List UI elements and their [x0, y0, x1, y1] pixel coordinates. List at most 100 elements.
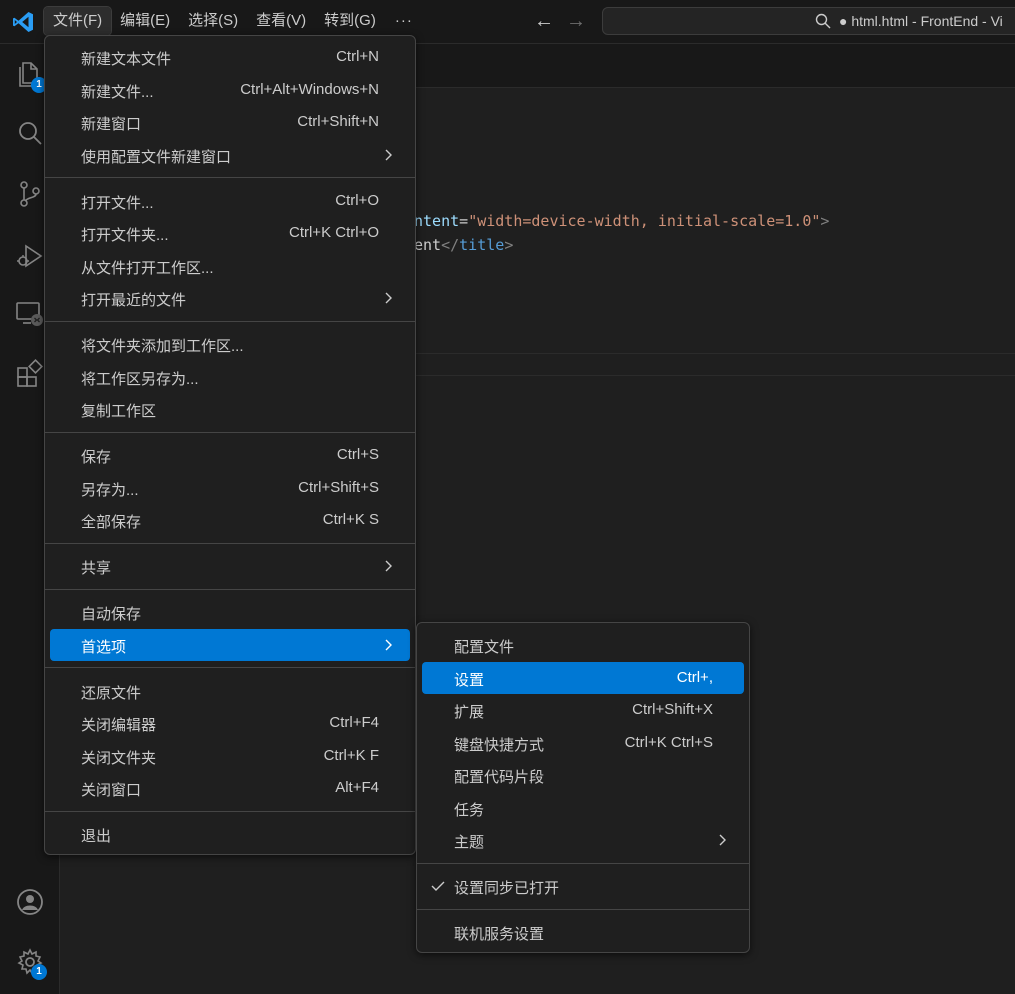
menu-item-label: 复制工作区: [81, 403, 157, 420]
menu-item-shortcut: Ctrl+S: [336, 446, 379, 463]
menu-item[interactable]: 保存 Ctrl+S: [50, 439, 410, 471]
menu-item[interactable]: 配置代码片段: [422, 759, 744, 791]
menubar-item[interactable]: 转到(G): [315, 7, 385, 35]
menu-item-label: 共享: [81, 560, 112, 577]
menu-item[interactable]: 从文件打开工作区...: [50, 250, 410, 282]
menu-item-label: 还原文件: [81, 684, 142, 702]
menu-item-label: 将文件夹添加到工作区...: [81, 338, 244, 355]
menu-item[interactable]: 还原文件: [50, 675, 410, 707]
file-menu: 新建文本文件 Ctrl+N 新建文件... Ctrl+Alt+Windows+N 新建窗…: [44, 35, 416, 855]
menu-item-label: 另存为...: [81, 481, 139, 499]
menu-item[interactable]: 将工作区另存为...: [50, 361, 410, 393]
code-attr: ntent: [414, 212, 460, 230]
code-line-meta: ntent="width=device-width, initial-scale…: [414, 212, 829, 230]
menu-item-shortcut: Ctrl+K Ctrl+O: [288, 224, 379, 241]
menu-item[interactable]: 打开文件夹... Ctrl+K Ctrl+O: [50, 217, 410, 249]
menu-item-label: 全部保存: [81, 514, 142, 531]
menubar-item[interactable]: 文件(F): [42, 6, 113, 36]
code-tag: title: [459, 236, 505, 254]
menu-separator: [45, 810, 415, 812]
menu-item[interactable]: 将文件夹添加到工作区...: [50, 328, 410, 360]
menubar-item[interactable]: 选择(S): [179, 7, 247, 35]
menu-item[interactable]: 复制工作区: [50, 393, 410, 425]
menu-item[interactable]: 配置文件: [422, 629, 744, 661]
run-debug-icon[interactable]: [14, 240, 46, 272]
menu-item-label: 新建文件...: [81, 83, 154, 101]
menu-item-label: 关闭窗口: [81, 782, 142, 799]
menu-separator: [45, 667, 415, 668]
menu-item-label: 配置文件: [454, 639, 515, 656]
menu-item-label: 首选项: [81, 638, 127, 656]
menu-item-shortcut: Ctrl+K S: [322, 511, 379, 528]
menu-separator: [45, 542, 415, 544]
menu-item-label: 关闭编辑器: [81, 717, 157, 734]
menu-separator: [45, 320, 415, 322]
preferences-submenu: 配置文件设置 Ctrl+, 扩展 Ctrl+Shift+X 键盘快捷方式 Ctrl+K C…: [416, 622, 750, 953]
menu-item[interactable]: 全部保存 Ctrl+K S: [50, 504, 410, 536]
code-string: "width=device-width, initial-scale=1.0": [468, 212, 821, 230]
chevron-right-icon: [385, 560, 392, 572]
menu-item-shortcut: Ctrl+F4: [329, 714, 379, 731]
code-text: ent: [414, 236, 442, 254]
settings-badge: 1: [31, 964, 47, 980]
menubar-more-icon[interactable]: ···: [385, 7, 423, 35]
menu-item[interactable]: 任务: [422, 792, 744, 824]
menu-separator: [45, 177, 415, 178]
menu-item[interactable]: 新建窗口 Ctrl+Shift+N: [50, 106, 410, 138]
menu-item-label: 打开最近的文件: [81, 292, 187, 309]
menu-item-label: 将工作区另存为...: [81, 370, 199, 388]
menu-item-label: 设置同步已打开: [454, 880, 560, 897]
menu-item[interactable]: 扩展 Ctrl+Shift+X: [422, 694, 744, 726]
menu-item-shortcut: Ctrl+K F: [323, 746, 379, 764]
menu-item[interactable]: 主题: [422, 824, 744, 856]
back-arrow-icon[interactable]: ←: [533, 10, 555, 32]
search-icon[interactable]: [14, 118, 46, 150]
menu-item-label: 打开文件...: [81, 194, 154, 212]
menu-separator: [45, 431, 415, 433]
menu-item[interactable]: 打开文件... Ctrl+O: [50, 185, 410, 217]
menu-item-shortcut: Ctrl+N: [336, 48, 379, 65]
code-punct-close: >: [504, 236, 514, 254]
menu-item[interactable]: 关闭窗口 Alt+F4: [50, 772, 410, 804]
chevron-right-icon: [719, 834, 726, 846]
extensions-icon[interactable]: [14, 358, 46, 390]
menu-item[interactable]: 新建文件... Ctrl+Alt+Windows+N: [50, 74, 410, 106]
code-line-title: ent</title>: [414, 236, 513, 254]
menu-item-shortcut: Ctrl+,: [676, 668, 713, 686]
menu-item[interactable]: 联机服务设置: [422, 916, 744, 948]
menu-item-label: 保存: [81, 449, 112, 466]
menu-item[interactable]: 设置 Ctrl+,: [422, 661, 744, 694]
menu-item[interactable]: 共享: [50, 550, 410, 582]
menu-item[interactable]: 使用配置文件新建窗口: [50, 139, 410, 171]
menu-item[interactable]: 打开最近的文件: [50, 282, 410, 314]
code-punct-open: </: [441, 236, 460, 254]
menu-bar: 文件(F) 编辑(E) 选择(S) 查看(V) 转到(G) ···: [42, 6, 423, 36]
menu-item[interactable]: 首选项: [50, 628, 410, 661]
command-center[interactable]: ● html.html - FrontEnd - Vi: [602, 7, 1015, 35]
menu-item-label: 自动保存: [81, 606, 142, 623]
menu-item[interactable]: 新建文本文件 Ctrl+N: [50, 41, 410, 73]
check-icon: [431, 881, 445, 891]
chevron-right-icon: [385, 292, 392, 304]
menu-item-label: 关闭文件夹: [81, 749, 157, 767]
menubar-item[interactable]: 查看(V): [247, 7, 315, 35]
menubar-item[interactable]: 编辑(E): [111, 7, 179, 35]
remote-explorer-icon[interactable]: [14, 298, 46, 330]
menu-item-label: 新建文本文件: [81, 51, 172, 68]
menu-item[interactable]: 退出: [50, 818, 410, 850]
menu-item[interactable]: 关闭文件夹 Ctrl+K F: [50, 740, 410, 772]
source-control-icon[interactable]: [14, 178, 46, 210]
menu-item[interactable]: 关闭编辑器 Ctrl+F4: [50, 707, 410, 739]
menu-item-label: 配置代码片段: [454, 769, 545, 786]
menu-item[interactable]: 键盘快捷方式 Ctrl+K Ctrl+S: [422, 727, 744, 759]
menu-item-label: 退出: [81, 828, 112, 845]
menu-item-label: 联机服务设置: [454, 926, 545, 943]
menu-separator: [45, 588, 415, 590]
account-icon[interactable]: [14, 886, 46, 918]
forward-arrow-icon[interactable]: →: [565, 10, 587, 32]
menu-item[interactable]: 设置同步已打开: [422, 870, 744, 902]
menu-item[interactable]: 自动保存: [50, 596, 410, 628]
menu-item[interactable]: 另存为... Ctrl+Shift+S: [50, 472, 410, 504]
menu-item-shortcut: Alt+F4: [335, 779, 379, 796]
vscode-logo-icon[interactable]: [11, 10, 35, 34]
